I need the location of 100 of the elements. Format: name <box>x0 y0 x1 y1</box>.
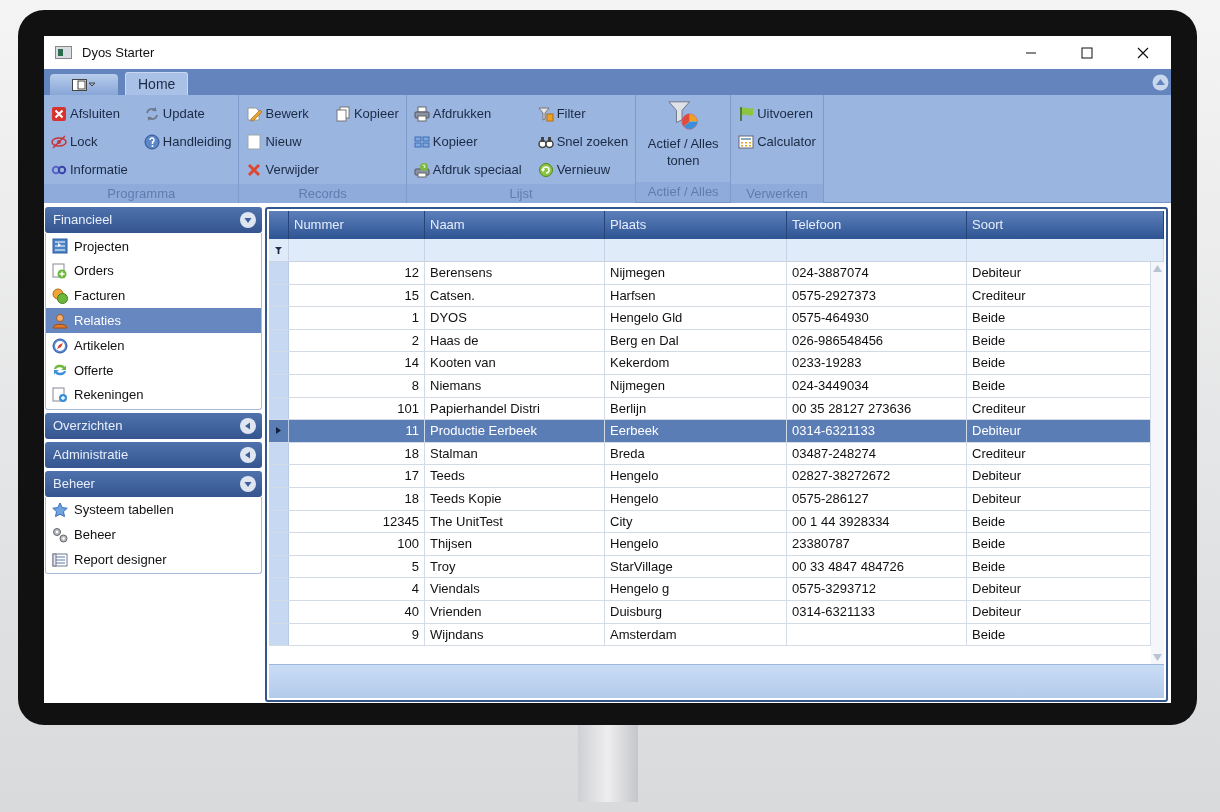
ribbon-button[interactable]: Update <box>143 100 232 128</box>
ribbon-button[interactable]: Afsluiten <box>51 100 128 128</box>
table-cell-text: 18 <box>404 490 419 508</box>
table-cell-text: Stalman <box>430 444 478 463</box>
table-cell-text: 12345 <box>382 512 419 531</box>
section-header[interactable]: Beheer <box>45 470 262 497</box>
chevron-icon <box>240 446 256 463</box>
table-cell-text: 5 <box>411 557 419 576</box>
table-cell-text: Beide <box>972 625 1006 644</box>
table-cell-text: Debiteur <box>972 490 1022 508</box>
table-cell-text: Troy <box>430 557 456 576</box>
chevron-icon <box>240 417 256 434</box>
table-cell-text: Kooten van <box>430 354 496 373</box>
table-cell-text: Harfsen <box>610 286 656 305</box>
printer-question-icon <box>413 162 430 178</box>
collapse-ribbon-icon[interactable] <box>1152 74 1169 91</box>
help-icon <box>143 134 160 150</box>
sidebar-item[interactable]: Offerte <box>46 358 261 383</box>
table-cell-text: Niemans <box>430 377 482 395</box>
ribbon-button[interactable]: Vernieuw <box>537 156 629 184</box>
scrollbar[interactable] <box>1151 262 1164 664</box>
sidebar-item[interactable]: Report designer <box>46 547 261 572</box>
ribbon-button[interactable]: Bewerk <box>246 100 319 128</box>
sidebar-item[interactable]: Beheer <box>46 522 261 548</box>
grid-icon <box>413 134 430 150</box>
table-cell-text: Berensens <box>430 264 493 283</box>
application-menu-button[interactable] <box>50 74 118 95</box>
table-cell-text: 00 33 4847 484726 <box>792 557 905 576</box>
sidebar-item[interactable]: Projecten <box>46 234 261 259</box>
board-icon <box>52 238 68 255</box>
refresh-icon <box>143 106 160 122</box>
ribbon-button[interactable]: Uitvoeren <box>738 100 816 128</box>
table-cell-text: City <box>610 512 633 531</box>
ribbon-button[interactable]: Kopieer <box>413 128 522 156</box>
table-cell-text: Kekerdom <box>610 354 670 373</box>
ribbon-button[interactable]: Calculator <box>738 128 816 156</box>
table-cell-text: 2 <box>411 331 419 350</box>
document-plus-icon <box>52 387 68 404</box>
calculator-icon <box>738 134 755 150</box>
table-cell-text: The UnitTest <box>430 512 503 531</box>
scroll-down-icon[interactable] <box>1153 654 1162 661</box>
ribbon-button[interactable]: Filter <box>537 100 629 128</box>
section-header[interactable]: Financieel <box>45 207 262 233</box>
scroll-up-icon[interactable] <box>1153 265 1162 272</box>
table-cell-text: DYOS <box>430 309 467 328</box>
chevron-icon <box>240 212 256 228</box>
maximize-icon <box>1081 46 1093 59</box>
printer-icon <box>413 106 430 122</box>
table-cell-text: Debiteur <box>972 602 1022 621</box>
table-cell-text: 03487-248274 <box>792 444 876 463</box>
section-header[interactable]: Administratie <box>45 441 262 468</box>
table-cell-text: 100 <box>397 535 419 554</box>
table-cell-text: 00 1 44 3928334 <box>792 512 890 531</box>
filter-icon <box>275 246 282 254</box>
table-cell-text: 15 <box>404 286 419 305</box>
ribbon-button[interactable]: Afdruk speciaal <box>413 156 522 184</box>
table-cell-text: 8 <box>411 377 419 395</box>
ribbon-button[interactable]: Kopieer <box>334 100 399 128</box>
table-cell-text: 17 <box>404 467 419 486</box>
table-cell-text: 40 <box>404 602 419 621</box>
table-cell-text: Crediteur <box>972 444 1026 463</box>
table-cell-text: 101 <box>397 399 419 418</box>
active-all-button[interactable]: Actief / Alles tonen <box>644 99 723 182</box>
table-cell-text: Hengelo <box>610 535 659 554</box>
table-cell-text: Berg en Dal <box>610 331 679 350</box>
window-title: Dyos Starter <box>82 43 155 62</box>
gears-icon <box>52 526 68 543</box>
table-cell-text: Nijmegen <box>610 377 665 395</box>
table-cell-text: 4 <box>411 580 419 599</box>
ribbon-button[interactable]: Verwijder <box>246 156 319 184</box>
ribbon-button[interactable]: Informatie <box>51 156 128 184</box>
table-cell-text: 9 <box>411 625 419 644</box>
table-cell-text: 024-3449034 <box>792 377 869 395</box>
sidebar-item[interactable]: Rekeningen <box>46 382 261 408</box>
sidebar-item[interactable]: Artikelen <box>46 333 261 358</box>
ribbon-button[interactable]: Afdrukken <box>413 100 522 128</box>
table-cell-text: Debiteur <box>972 580 1022 599</box>
table-cell-text: 0314-6321133 <box>792 602 875 621</box>
table-cell-text: Duisburg <box>610 602 663 621</box>
ribbon-button[interactable]: Lock <box>51 128 128 156</box>
sidebar-item[interactable]: Facturen <box>46 283 261 309</box>
compass-icon <box>52 337 68 354</box>
table-cell-text: 024-3887074 <box>792 264 869 283</box>
delete-icon <box>246 162 263 178</box>
table-cell-text: Crediteur <box>972 399 1026 418</box>
table-cell-text: Hengelo <box>610 467 659 486</box>
table-cell-text: Berlijn <box>610 399 647 418</box>
ribbon-button[interactable]: Nieuw <box>246 128 319 156</box>
copy-icon <box>334 106 351 122</box>
ribbon-button[interactable]: Snel zoeken <box>537 128 629 156</box>
table-cell-text: Haas de <box>430 331 479 350</box>
ribbon-tab[interactable]: Home <box>125 72 189 95</box>
section-header[interactable]: Overzichten <box>45 412 262 439</box>
sidebar-item[interactable]: Systeem tabellen <box>46 497 261 523</box>
filter-icon <box>537 106 554 122</box>
table-cell-text: Teeds Kopie <box>430 490 502 508</box>
sidebar-item[interactable]: Orders <box>46 258 261 284</box>
table-cell-text: Beide <box>972 309 1006 328</box>
sidebar-item[interactable]: Relaties <box>46 308 261 334</box>
ribbon-button[interactable]: Handleiding <box>143 128 232 156</box>
